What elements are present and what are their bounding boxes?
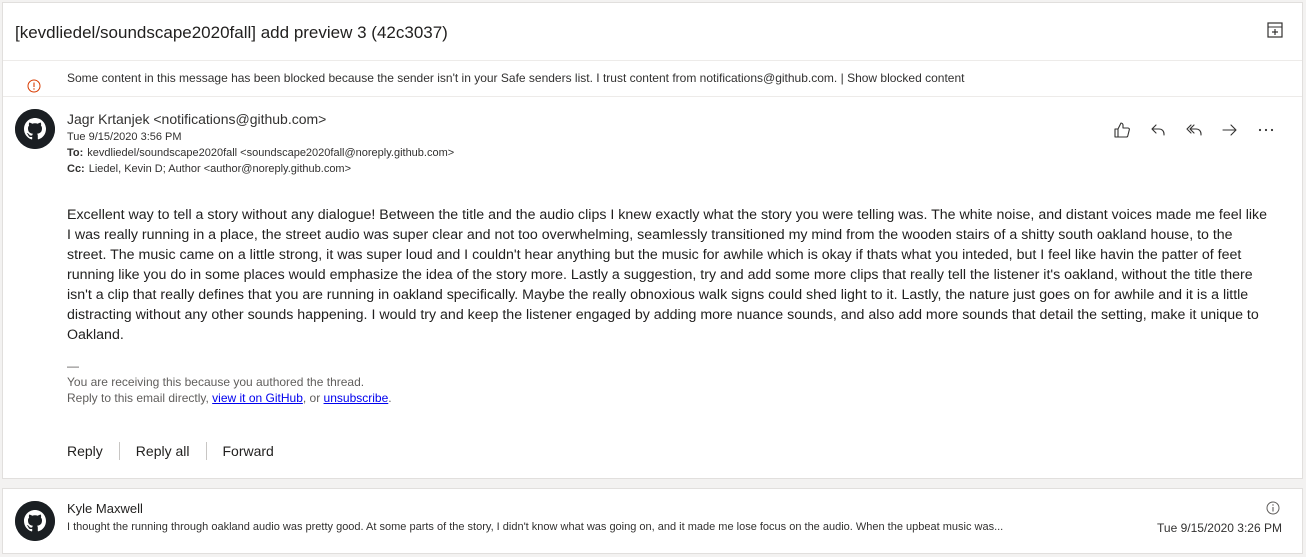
separator: | (840, 71, 844, 85)
blocked-notice-text: Some content in this message has been bl… (67, 60, 964, 96)
unsubscribe-link[interactable]: unsubscribe (324, 391, 389, 405)
message-actions (1104, 119, 1284, 141)
blocked-content-notice: Some content in this message has been bl… (3, 60, 1302, 96)
like-button[interactable] (1104, 119, 1140, 141)
message-card: [kevdliedel/soundscape2020fall] add prev… (2, 2, 1303, 479)
subject-row: [kevdliedel/soundscape2020fall] add prev… (15, 21, 1290, 47)
reply-all-text-button[interactable]: Reply all (136, 441, 190, 461)
divider (3, 96, 1302, 97)
open-in-new-window-icon[interactable] (1266, 21, 1284, 39)
view-on-github-link[interactable]: view it on GitHub (212, 391, 303, 405)
footer-reason: You are receiving this because you autho… (67, 375, 365, 389)
signature-dash: — (67, 359, 79, 373)
footer-mid: , or (302, 391, 324, 405)
message-preview: I thought the running through oakland au… (67, 521, 1004, 533)
to-label: To: (67, 147, 84, 159)
message-header: Jagr Krtanjek <notifications@github.com>… (67, 109, 454, 177)
avatar (15, 501, 55, 541)
reply-text-button[interactable]: Reply (67, 441, 103, 461)
cc-recipients[interactable]: Liedel, Kevin D; Author <author@noreply.… (89, 163, 351, 175)
avatar (15, 109, 55, 149)
github-icon (15, 109, 55, 149)
reply-all-button[interactable] (1176, 119, 1212, 141)
cc-line: Cc: Liedel, Kevin D; Author <author@norep… (67, 161, 454, 177)
forward-button[interactable] (1212, 119, 1248, 141)
trust-sender-link[interactable]: I trust content from notifications@githu… (596, 71, 837, 85)
to-recipients[interactable]: kevdliedel/soundscape2020fall <soundscap… (87, 147, 454, 159)
forward-icon (1222, 124, 1237, 136)
message-date: Tue 9/15/2020 3:26 PM (1157, 521, 1282, 535)
more-icon (1258, 128, 1274, 132)
subject-title: [kevdliedel/soundscape2020fall] add prev… (15, 23, 448, 42)
to-line: To: kevdliedel/soundscape2020fall <sounds… (67, 145, 454, 161)
sender[interactable]: Jagr Krtanjek <notifications@github.com> (67, 109, 454, 129)
cc-label: Cc: (67, 163, 85, 175)
message-footer: — You are receiving this because you aut… (67, 358, 392, 406)
message-body: Excellent way to tell a story without an… (67, 207, 1268, 343)
reply-button[interactable] (1140, 119, 1176, 141)
footer-links-line: Reply to this email directly, view it on… (67, 390, 392, 406)
footer-prefix: Reply to this email directly, (67, 391, 213, 405)
more-actions-button[interactable] (1248, 119, 1284, 141)
footer-suffix: . (388, 391, 392, 405)
collapsed-message[interactable]: Kyle Maxwell I thought the running throu… (2, 488, 1303, 554)
github-icon (15, 501, 55, 541)
show-blocked-content-link[interactable]: Show blocked content (847, 71, 964, 85)
reply-bar: Reply Reply all Forward (67, 441, 274, 461)
reply-all-icon (1186, 124, 1202, 136)
message-date: Tue 9/15/2020 3:56 PM (67, 131, 182, 143)
info-icon (27, 71, 41, 93)
divider (118, 442, 120, 460)
thumbs-up-icon (1114, 122, 1130, 138)
blocked-message: Some content in this message has been bl… (67, 71, 593, 85)
divider (205, 442, 207, 460)
forward-text-button[interactable]: Forward (223, 441, 274, 461)
reply-icon (1151, 124, 1165, 136)
sender: Kyle Maxwell (67, 501, 143, 516)
info-icon[interactable] (1266, 501, 1280, 515)
